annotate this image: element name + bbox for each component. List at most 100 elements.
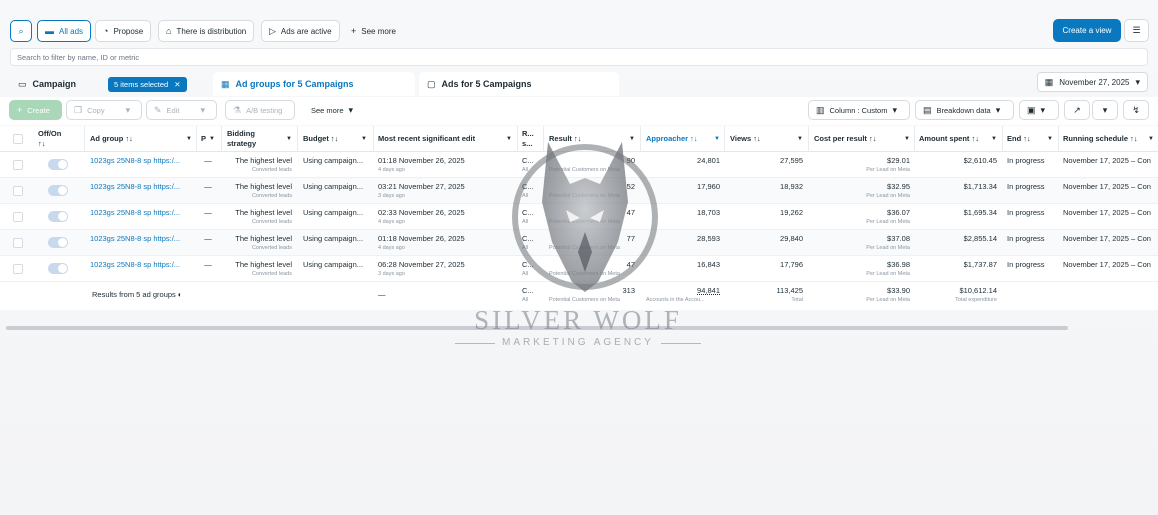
status-toggle[interactable]	[48, 185, 68, 196]
row-checkbox[interactable]	[13, 160, 23, 170]
totals-spent: $10,612.14 Total expenditure	[955, 286, 997, 303]
table-row[interactable]: 1023gs 25N8-8 sp https:/... — The highest …	[0, 178, 1158, 204]
header-schedule[interactable]: Running schedule ↑↓ ▼	[1059, 126, 1158, 152]
all-ads-button[interactable]: ▬ All ads	[37, 20, 92, 42]
ad-group-name-cell[interactable]: 1023gs 25N8-8 sp https:/...	[86, 178, 196, 204]
inbox-icon: ⌂	[166, 25, 172, 36]
approacher-cell: 24,801	[697, 156, 720, 165]
ad-group-name-cell[interactable]: 1023gs 25N8-8 sp https:/...	[86, 230, 196, 256]
status-toggle[interactable]	[48, 159, 68, 170]
sliders-icon: ☰	[1132, 25, 1141, 35]
chevron-down-icon: ▾	[892, 104, 897, 115]
copy-button[interactable]: ❐ Copy ▾	[66, 100, 142, 120]
budget-cell: Using campaign...	[303, 182, 364, 191]
views-cell: 27,595	[780, 156, 803, 165]
selection-badge[interactable]: 5 items selected ✕	[108, 76, 187, 92]
chevron-down-icon: ▾	[200, 104, 206, 115]
close-icon[interactable]: ✕	[174, 80, 180, 89]
table-row[interactable]: 1023gs 25N8-8 sp https:/... — The highest …	[0, 230, 1158, 256]
status-toggle[interactable]	[48, 211, 68, 222]
totals-result: 313 Potential Customers on Meta	[549, 286, 635, 303]
status-toggle[interactable]	[48, 263, 68, 274]
result-cell: 77 Potential Customers on Meta	[549, 234, 635, 251]
ad-group-name-cell[interactable]: 1023gs 25N8-8 sp https:/...	[86, 204, 196, 230]
budget-cell: Using campaign...	[303, 156, 364, 165]
report-icon: ▣	[1027, 104, 1036, 115]
cost-per-result-cell: $32.95 Per Lead on Meta	[866, 182, 910, 199]
search-input[interactable]: Search to filter by name, ID or metric	[10, 48, 1148, 66]
tab-campaign[interactable]: ▭ Campaign 5 items selected ✕	[10, 72, 210, 96]
see-more-actions-button[interactable]: See more ▾	[303, 100, 361, 120]
bidding-cell: The highest level Converted leads	[235, 234, 292, 251]
row-checkbox[interactable]	[13, 238, 23, 248]
budget-cell: Using campaign...	[303, 208, 364, 217]
header-cost-per-result[interactable]: Cost per result ↑↓ ▼	[810, 126, 914, 152]
see-more-filters-button[interactable]: + See more	[343, 20, 404, 42]
breakdown-button[interactable]: ▤ Breakdown data ▾	[915, 100, 1014, 120]
export-icon: ↗	[1073, 104, 1081, 115]
p-cell: —	[204, 156, 212, 165]
caret-down-icon: ▼	[904, 136, 910, 142]
schedule-cell: November 17, 2025 – Con	[1063, 182, 1151, 191]
tab-ads[interactable]: ▢ Ads for 5 Campaigns	[419, 72, 619, 96]
header-approacher[interactable]: Approacher ↑↓ ▼	[642, 126, 724, 152]
tab-ad-groups[interactable]: ▦ Ad groups for 5 Campaigns	[213, 72, 415, 96]
totals-row: Results from 5 ad groups ◐ — C... All 313…	[0, 282, 1158, 310]
date-range-picker[interactable]: ▦ November 27, 2025 ▾	[1036, 72, 1148, 92]
flask-icon: ⚗	[233, 104, 242, 115]
row-checkbox[interactable]	[13, 212, 23, 222]
header-budget[interactable]: Budget ↑↓ ▼	[299, 126, 371, 152]
row-checkbox[interactable]	[13, 264, 23, 274]
create-button[interactable]: + Create	[9, 100, 62, 120]
cost-per-result-cell: $29.01 Per Lead on Meta	[866, 156, 910, 173]
header-end[interactable]: End ↑↓ ▼	[1003, 126, 1057, 152]
ad-group-name-cell[interactable]: 1023gs 25N8-8 sp https:/...	[86, 152, 196, 178]
last-edit-cell: 03:21 November 27, 2025 3 days ago	[378, 182, 465, 199]
caret-down-icon: ▼	[1047, 136, 1053, 142]
ad-group-name-cell[interactable]: 1023gs 25N8-8 sp https:/...	[86, 256, 196, 282]
schedule-cell: November 17, 2025 – Con	[1063, 260, 1151, 269]
caret-down-icon: ▼	[991, 136, 997, 142]
propose-button[interactable]: ◔ Propose	[95, 20, 152, 42]
header-ad-group[interactable]: Ad group ↑↓ ▼	[86, 126, 196, 152]
header-offon[interactable]: Off/On ↑↓	[34, 126, 82, 152]
search-button[interactable]: ⌕	[10, 20, 32, 42]
approacher-cell: 28,593	[697, 234, 720, 243]
header-last-edit[interactable]: Most recent significant edit ▼	[374, 126, 516, 152]
row-checkbox[interactable]	[13, 186, 23, 196]
end-cell: In progress	[1007, 260, 1045, 269]
ab-testing-button[interactable]: ⚗ A/B testing	[225, 100, 295, 120]
result-cell: 47 Potential Customers on Meta	[549, 260, 635, 277]
header-result[interactable]: Result ↑↓ ▼	[545, 126, 639, 152]
header-rs[interactable]: R... s...	[518, 126, 542, 152]
edit-button[interactable]: ✎ Edit ▾	[146, 100, 217, 120]
cost-per-result-cell: $36.07 Per Lead on Meta	[866, 208, 910, 225]
last-edit-cell: 06:28 November 27, 2025 3 days ago	[378, 260, 465, 277]
end-cell: In progress	[1007, 208, 1045, 217]
distribution-filter-button[interactable]: ⌂ There is distribution	[158, 20, 255, 42]
create-view-button[interactable]: Create a view	[1053, 19, 1121, 42]
table-row[interactable]: 1023gs 25N8-8 sp https:/... — The highest …	[0, 256, 1158, 282]
header-views[interactable]: Views ↑↓ ▼	[726, 126, 807, 152]
header-bidding[interactable]: Bidding strategy ▼	[223, 126, 296, 152]
reports-button[interactable]: ▣ ▾	[1019, 100, 1059, 120]
table-row[interactable]: 1023gs 25N8-8 sp https:/... — The highest …	[0, 152, 1158, 178]
ad-groups-table: Off/On ↑↓ Ad group ↑↓ ▼ P ▼ Bidding strate…	[0, 126, 1158, 310]
last-edit-cell: 02:33 November 26, 2025 4 days ago	[378, 208, 465, 225]
chart-button[interactable]: ↯	[1123, 100, 1149, 120]
status-toggle[interactable]	[48, 237, 68, 248]
columns-button[interactable]: ▥ Column : Custom ▾	[808, 100, 910, 120]
header-p[interactable]: P ▼	[197, 126, 219, 152]
export-button[interactable]: ↗	[1064, 100, 1090, 120]
ads-active-filter-button[interactable]: ▷ Ads are active	[261, 20, 340, 42]
settings-button[interactable]: ☰	[1124, 19, 1149, 42]
columns-icon: ▥	[816, 104, 825, 115]
horizontal-scrollbar[interactable]	[6, 326, 1068, 330]
more-options-button[interactable]: ▾	[1092, 100, 1118, 120]
select-all-checkbox[interactable]	[13, 134, 23, 144]
header-amount-spent[interactable]: Amount spent ↑↓ ▼	[915, 126, 1001, 152]
plus-icon: +	[17, 104, 23, 115]
cost-per-result-cell: $37.08 Per Lead on Meta	[866, 234, 910, 251]
result-cell: 47 Potential Customers on Meta	[549, 208, 635, 225]
table-row[interactable]: 1023gs 25N8-8 sp https:/... — The highest …	[0, 204, 1158, 230]
